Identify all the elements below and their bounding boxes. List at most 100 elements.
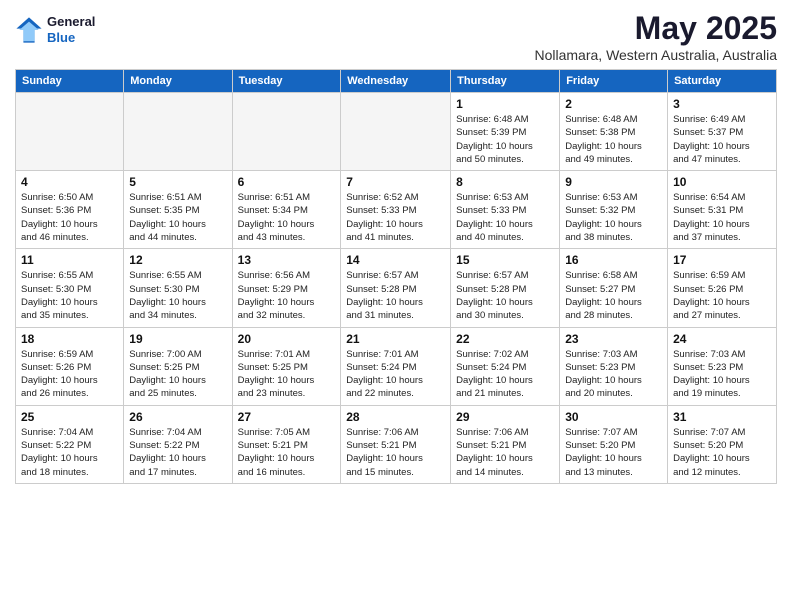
day-number: 24 (673, 332, 771, 346)
calendar-cell: 19 Sunrise: 7:00 AM Sunset: 5:25 PM Dayli… (124, 327, 232, 405)
day-number: 11 (21, 253, 118, 267)
day-number: 9 (565, 175, 662, 189)
calendar-cell: 10 Sunrise: 6:54 AM Sunset: 5:31 PM Dayli… (668, 171, 777, 249)
day-number: 19 (129, 332, 226, 346)
logo-icon (15, 16, 43, 44)
day-info: Sunrise: 6:55 AM Sunset: 5:30 PM Dayligh… (129, 269, 226, 322)
day-info: Sunrise: 7:03 AM Sunset: 5:23 PM Dayligh… (565, 348, 662, 401)
calendar-table: SundayMondayTuesdayWednesdayThursdayFrid… (15, 69, 777, 484)
day-info: Sunrise: 7:02 AM Sunset: 5:24 PM Dayligh… (456, 348, 554, 401)
day-info: Sunrise: 6:57 AM Sunset: 5:28 PM Dayligh… (346, 269, 445, 322)
day-info: Sunrise: 7:07 AM Sunset: 5:20 PM Dayligh… (673, 426, 771, 479)
calendar-cell: 9 Sunrise: 6:53 AM Sunset: 5:32 PM Daylig… (560, 171, 668, 249)
day-info: Sunrise: 6:59 AM Sunset: 5:26 PM Dayligh… (21, 348, 118, 401)
day-info: Sunrise: 6:52 AM Sunset: 5:33 PM Dayligh… (346, 191, 445, 244)
calendar-cell (16, 93, 124, 171)
day-number: 14 (346, 253, 445, 267)
day-number: 31 (673, 410, 771, 424)
day-number: 4 (21, 175, 118, 189)
calendar-cell: 22 Sunrise: 7:02 AM Sunset: 5:24 PM Dayli… (451, 327, 560, 405)
day-number: 22 (456, 332, 554, 346)
day-number: 16 (565, 253, 662, 267)
day-number: 21 (346, 332, 445, 346)
logo-text: General Blue (47, 14, 95, 45)
day-number: 29 (456, 410, 554, 424)
calendar-cell: 16 Sunrise: 6:58 AM Sunset: 5:27 PM Dayli… (560, 249, 668, 327)
weekday-header-saturday: Saturday (668, 70, 777, 93)
day-number: 3 (673, 97, 771, 111)
calendar-cell: 18Sunrise: 6:59 AM Sunset: 5:26 PM Dayli… (16, 327, 124, 405)
day-info: Sunrise: 7:06 AM Sunset: 5:21 PM Dayligh… (346, 426, 445, 479)
calendar-cell: 26 Sunrise: 7:04 AM Sunset: 5:22 PM Dayli… (124, 405, 232, 483)
weekday-header-sunday: Sunday (16, 70, 124, 93)
day-info: Sunrise: 7:06 AM Sunset: 5:21 PM Dayligh… (456, 426, 554, 479)
day-info: Sunrise: 6:53 AM Sunset: 5:33 PM Dayligh… (456, 191, 554, 244)
day-info: Sunrise: 6:58 AM Sunset: 5:27 PM Dayligh… (565, 269, 662, 322)
calendar-cell: 29 Sunrise: 7:06 AM Sunset: 5:21 PM Dayli… (451, 405, 560, 483)
calendar-cell: 30Sunrise: 7:07 AM Sunset: 5:20 PM Dayli… (560, 405, 668, 483)
week-row-4: 18Sunrise: 6:59 AM Sunset: 5:26 PM Dayli… (16, 327, 777, 405)
day-number: 27 (238, 410, 336, 424)
calendar-cell: 21 Sunrise: 7:01 AM Sunset: 5:24 PM Dayli… (341, 327, 451, 405)
calendar-cell: 8 Sunrise: 6:53 AM Sunset: 5:33 PM Daylig… (451, 171, 560, 249)
day-number: 30 (565, 410, 662, 424)
day-info: Sunrise: 7:01 AM Sunset: 5:25 PM Dayligh… (238, 348, 336, 401)
day-info: Sunrise: 6:51 AM Sunset: 5:34 PM Dayligh… (238, 191, 336, 244)
week-row-1: 1Sunrise: 6:48 AM Sunset: 5:39 PM Daylig… (16, 93, 777, 171)
calendar-cell: 17 Sunrise: 6:59 AM Sunset: 5:26 PM Dayli… (668, 249, 777, 327)
calendar-cell: 4 Sunrise: 6:50 AM Sunset: 5:36 PM Daylig… (16, 171, 124, 249)
day-info: Sunrise: 6:50 AM Sunset: 5:36 PM Dayligh… (21, 191, 118, 244)
logo-general: General (47, 14, 95, 30)
calendar-cell: 3 Sunrise: 6:49 AM Sunset: 5:37 PM Daylig… (668, 93, 777, 171)
calendar-cell: 25Sunrise: 7:04 AM Sunset: 5:22 PM Dayli… (16, 405, 124, 483)
day-number: 10 (673, 175, 771, 189)
calendar-cell: 7 Sunrise: 6:52 AM Sunset: 5:33 PM Daylig… (341, 171, 451, 249)
day-number: 28 (346, 410, 445, 424)
day-number: 8 (456, 175, 554, 189)
calendar-cell: 24 Sunrise: 7:03 AM Sunset: 5:23 PM Dayli… (668, 327, 777, 405)
day-info: Sunrise: 6:54 AM Sunset: 5:31 PM Dayligh… (673, 191, 771, 244)
logo: General Blue (15, 14, 95, 45)
weekday-header-monday: Monday (124, 70, 232, 93)
day-info: Sunrise: 6:59 AM Sunset: 5:26 PM Dayligh… (673, 269, 771, 322)
calendar-cell (232, 93, 341, 171)
day-number: 5 (129, 175, 226, 189)
location-title: Nollamara, Western Australia, Australia (534, 47, 777, 63)
day-info: Sunrise: 7:00 AM Sunset: 5:25 PM Dayligh… (129, 348, 226, 401)
day-info: Sunrise: 6:57 AM Sunset: 5:28 PM Dayligh… (456, 269, 554, 322)
calendar-cell: 20 Sunrise: 7:01 AM Sunset: 5:25 PM Dayli… (232, 327, 341, 405)
day-number: 7 (346, 175, 445, 189)
day-info: Sunrise: 6:49 AM Sunset: 5:37 PM Dayligh… (673, 113, 771, 166)
day-number: 17 (673, 253, 771, 267)
title-area: May 2025 Nollamara, Western Australia, A… (534, 10, 777, 63)
day-info: Sunrise: 7:04 AM Sunset: 5:22 PM Dayligh… (21, 426, 118, 479)
day-number: 23 (565, 332, 662, 346)
calendar-cell (341, 93, 451, 171)
week-row-3: 11 Sunrise: 6:55 AM Sunset: 5:30 PM Dayli… (16, 249, 777, 327)
day-info: Sunrise: 6:48 AM Sunset: 5:38 PM Dayligh… (565, 113, 662, 166)
calendar-cell: 13 Sunrise: 6:56 AM Sunset: 5:29 PM Dayli… (232, 249, 341, 327)
day-info: Sunrise: 6:56 AM Sunset: 5:29 PM Dayligh… (238, 269, 336, 322)
weekday-header-row: SundayMondayTuesdayWednesdayThursdayFrid… (16, 70, 777, 93)
calendar-cell: 23 Sunrise: 7:03 AM Sunset: 5:23 PM Dayli… (560, 327, 668, 405)
day-number: 20 (238, 332, 336, 346)
day-number: 13 (238, 253, 336, 267)
day-number: 1 (456, 97, 554, 111)
weekday-header-tuesday: Tuesday (232, 70, 341, 93)
day-info: Sunrise: 7:03 AM Sunset: 5:23 PM Dayligh… (673, 348, 771, 401)
day-number: 12 (129, 253, 226, 267)
calendar-cell (124, 93, 232, 171)
day-info: Sunrise: 6:53 AM Sunset: 5:32 PM Dayligh… (565, 191, 662, 244)
day-info: Sunrise: 7:01 AM Sunset: 5:24 PM Dayligh… (346, 348, 445, 401)
calendar-cell: 2Sunrise: 6:48 AM Sunset: 5:38 PM Daylig… (560, 93, 668, 171)
day-info: Sunrise: 7:04 AM Sunset: 5:22 PM Dayligh… (129, 426, 226, 479)
logo-blue: Blue (47, 30, 95, 46)
weekday-header-thursday: Thursday (451, 70, 560, 93)
weekday-header-wednesday: Wednesday (341, 70, 451, 93)
calendar-cell: 14 Sunrise: 6:57 AM Sunset: 5:28 PM Dayli… (341, 249, 451, 327)
day-number: 26 (129, 410, 226, 424)
weekday-header-friday: Friday (560, 70, 668, 93)
day-number: 15 (456, 253, 554, 267)
day-number: 6 (238, 175, 336, 189)
week-row-2: 4 Sunrise: 6:50 AM Sunset: 5:36 PM Daylig… (16, 171, 777, 249)
